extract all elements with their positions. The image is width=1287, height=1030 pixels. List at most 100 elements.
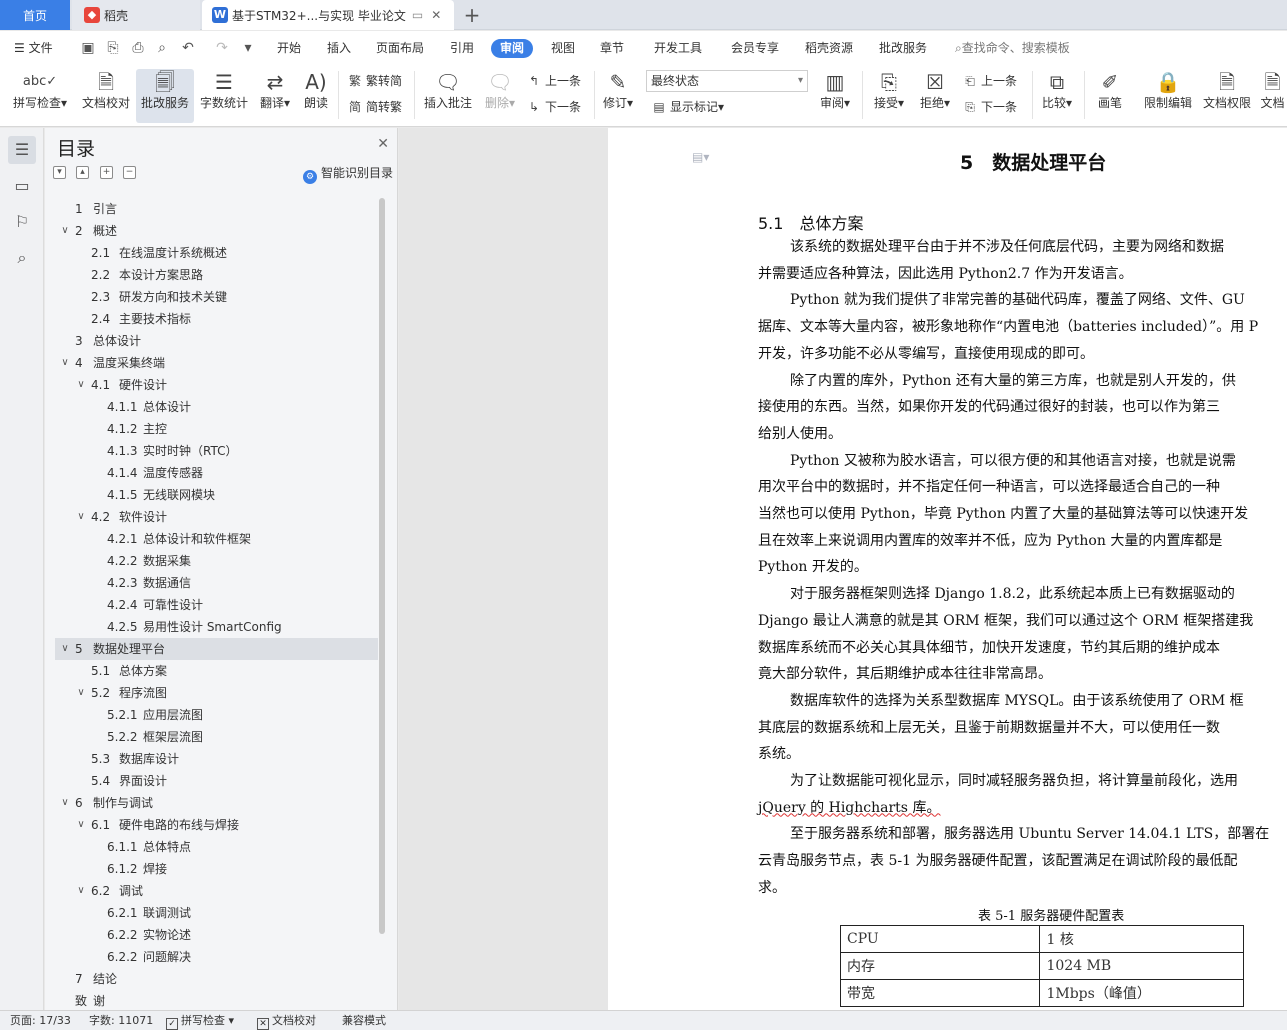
status-spell-check[interactable]: ✓ 拼写检查 ▾: [166, 1011, 234, 1030]
document-more-button[interactable]: 🗎 文档: [1258, 69, 1287, 123]
prev-comment-button[interactable]: ↰ 上一条: [526, 71, 581, 91]
menu-tab-member[interactable]: 会员专享: [731, 31, 779, 65]
menu-tab-review[interactable]: 审阅: [491, 39, 534, 58]
toc-item[interactable]: 4.1.5 无线联网模块: [55, 484, 378, 506]
tab-close-icon[interactable]: ✕: [431, 8, 441, 22]
toc-item[interactable]: 2.2 本设计方案思路: [55, 264, 378, 286]
tab-document[interactable]: W 基于STM32+...与实现 毕业论文 ▭ ✕: [202, 0, 454, 30]
pen-button[interactable]: ✐ 画笔: [1092, 69, 1128, 123]
toc-item[interactable]: 4.2.4 可靠性设计: [55, 594, 378, 616]
accept-button[interactable]: ⎘ 接受▾: [870, 69, 908, 123]
doc-check-button[interactable]: 🗎 文档校对: [78, 69, 134, 123]
word-count-indicator[interactable]: 字数: 11071: [89, 1011, 153, 1030]
toc-item[interactable]: 1 引言: [55, 198, 378, 220]
chevron-down-icon[interactable]: ∨: [75, 374, 87, 396]
toc-item[interactable]: 5.3 数据库设计: [55, 748, 378, 770]
tab-window-icon[interactable]: ▭: [412, 8, 423, 22]
page-indicator[interactable]: 页面: 17/33: [10, 1011, 71, 1030]
spell-check-button[interactable]: abc✓ 拼写检查▾: [8, 69, 72, 123]
chevron-down-icon[interactable]: ∨: [75, 682, 87, 704]
chevron-down-icon[interactable]: ∨: [59, 638, 71, 660]
toc-item[interactable]: 4.2.3 数据通信: [55, 572, 378, 594]
toc-item[interactable]: ∨ 6 制作与调试: [55, 792, 378, 814]
toc-item[interactable]: 4.2.5 易用性设计 SmartConfig: [55, 616, 378, 638]
toc-item[interactable]: 6.2.2 实物论述: [55, 924, 378, 946]
command-search[interactable]: ⌕查找命令、搜索模板: [955, 31, 1070, 65]
document-page[interactable]: ▤▾ 5 数据处理平台 5.1 总体方案 该系统的数据处理平台由于并不涉及任何底…: [608, 128, 1287, 1010]
toc-item[interactable]: 5.2.1 应用层流图: [55, 704, 378, 726]
bookmark-icon[interactable]: ⚐: [8, 208, 36, 236]
toc-item[interactable]: ∨ 4.1 硬件设计: [55, 374, 378, 396]
document-permission-button[interactable]: 🗎 文档权限: [1200, 69, 1254, 123]
status-doc-check[interactable]: ✕ 文档校对: [257, 1011, 316, 1030]
toc-item[interactable]: 3 总体设计: [55, 330, 378, 352]
restrict-editing-button[interactable]: 🔒 限制编辑: [1140, 69, 1196, 123]
paragraph-layout-icon[interactable]: ▤▾: [692, 150, 709, 164]
review-pane-button[interactable]: ▥ 审阅▾: [816, 69, 854, 123]
tab-home[interactable]: 首页: [0, 0, 70, 30]
chapter-nav-icon[interactable]: ▭: [8, 172, 36, 200]
toc-item[interactable]: 5.2.2 框架层流图: [55, 726, 378, 748]
collapse-all-icon[interactable]: ▾: [53, 166, 66, 179]
menu-tab-developer[interactable]: 开发工具: [654, 31, 702, 65]
print-icon[interactable]: ⎙: [130, 40, 146, 56]
toc-item[interactable]: ∨ 6.2 调试: [55, 880, 378, 902]
toc-item[interactable]: 4.1.4 温度传感器: [55, 462, 378, 484]
remove-heading-icon[interactable]: −: [123, 166, 136, 179]
track-changes-button[interactable]: ✎ 修订▾: [600, 69, 636, 123]
expand-all-icon[interactable]: ▴: [76, 166, 89, 179]
show-marks-button[interactable]: ▤ 显示标记▾: [651, 97, 724, 117]
word-count-button[interactable]: ☰ 字数统计: [197, 69, 251, 123]
tab-daoke[interactable]: ◆ 稻壳: [72, 0, 200, 30]
toc-item[interactable]: 6.2.1 联调测试: [55, 902, 378, 924]
toc-item[interactable]: ∨ 4 温度采集终端: [55, 352, 378, 374]
menu-tab-layout[interactable]: 页面布局: [376, 31, 424, 65]
menu-tab-chapter[interactable]: 章节: [600, 31, 624, 65]
toc-item[interactable]: 4.1.1 总体设计: [55, 396, 378, 418]
menu-tab-start[interactable]: 开始: [277, 31, 301, 65]
simp-to-trad-button[interactable]: 简简转繁: [347, 97, 402, 117]
toc-item[interactable]: 6.2.2 问题解决: [55, 946, 378, 968]
menu-tab-references[interactable]: 引用: [450, 31, 474, 65]
toc-item[interactable]: 7 结论: [55, 968, 378, 990]
toc-item[interactable]: 4.1.3 实时时钟（RTC）: [55, 440, 378, 462]
toc-item[interactable]: 2.3 研发方向和技术关键: [55, 286, 378, 308]
chevron-down-icon[interactable]: ∨: [59, 792, 71, 814]
toc-item[interactable]: 6.1.2 焊接: [55, 858, 378, 880]
chevron-down-icon[interactable]: ∨: [75, 506, 87, 528]
toc-scrollbar[interactable]: [379, 198, 385, 934]
add-heading-icon[interactable]: +: [100, 166, 113, 179]
save-icon[interactable]: ▣: [80, 40, 96, 56]
toc-item[interactable]: 2.1 在线温度计系统概述: [55, 242, 378, 264]
menu-tab-insert[interactable]: 插入: [327, 31, 351, 65]
next-comment-button[interactable]: ↳ 下一条: [526, 97, 581, 117]
toc-item[interactable]: ∨ 5 数据处理平台: [55, 638, 378, 660]
menu-tab-review-service[interactable]: 批改服务: [879, 31, 927, 65]
chevron-down-icon[interactable]: ∨: [75, 814, 87, 836]
toc-item[interactable]: ∨ 4.2 软件设计: [55, 506, 378, 528]
compare-button[interactable]: ⧉ 比较▾: [1038, 69, 1076, 123]
toc-item[interactable]: 5.1 总体方案: [55, 660, 378, 682]
toc-item[interactable]: ∨ 6.1 硬件电路的布线与焊接: [55, 814, 378, 836]
display-mode-select[interactable]: 最终状态: [646, 70, 808, 92]
delete-comment-button[interactable]: 🗨 删除▾: [480, 69, 520, 123]
toc-item[interactable]: 2.4 主要技术指标: [55, 308, 378, 330]
menu-tab-daoke-resources[interactable]: 稻壳资源: [805, 31, 853, 65]
print-preview-icon[interactable]: ⌕: [154, 40, 170, 56]
toc-nav-icon[interactable]: ☰: [8, 136, 36, 164]
toc-item[interactable]: 5.4 界面设计: [55, 770, 378, 792]
file-menu[interactable]: ☰ 文件: [14, 31, 53, 65]
toc-item[interactable]: ∨ 5.2 程序流图: [55, 682, 378, 704]
next-change-button[interactable]: ⎘ 下一条: [962, 97, 1017, 117]
translate-button[interactable]: ⇄ 翻译▾: [255, 69, 295, 123]
toc-item[interactable]: ∨ 2 概述: [55, 220, 378, 242]
toc-item[interactable]: 4.2.1 总体设计和软件框架: [55, 528, 378, 550]
toc-item[interactable]: 4.2.2 数据采集: [55, 550, 378, 572]
export-pdf-icon[interactable]: ⎘: [105, 40, 121, 56]
prev-change-button[interactable]: ⎗ 上一条: [962, 71, 1017, 91]
chevron-down-icon[interactable]: ∨: [59, 352, 71, 374]
redo-icon[interactable]: ↷: [214, 40, 230, 56]
trad-to-simp-button[interactable]: 繁繁转简: [347, 71, 402, 91]
toc-item[interactable]: 4.1.2 主控: [55, 418, 378, 440]
new-tab-button[interactable]: +: [462, 0, 482, 30]
